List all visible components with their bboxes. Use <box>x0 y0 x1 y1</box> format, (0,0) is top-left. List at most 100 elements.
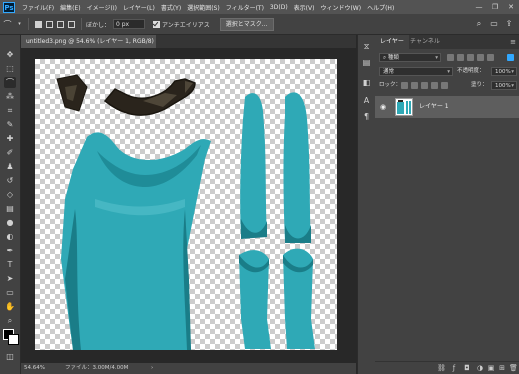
adjustment-layer-icon[interactable]: ◑ <box>476 364 484 372</box>
lock-artboard-icon[interactable] <box>431 82 438 89</box>
search-icon[interactable]: ⌕ <box>473 18 485 29</box>
marquee-tool-icon[interactable]: ⬚ <box>4 63 16 74</box>
type-tool-icon[interactable]: T <box>4 259 16 270</box>
healing-brush-tool-icon[interactable]: ✚ <box>4 133 16 144</box>
lock-fill-row: ロック： 塗り： 100% ▾ <box>375 80 519 91</box>
new-group-icon[interactable]: ▣ <box>487 364 495 372</box>
dropdown-icon[interactable]: ▾ <box>17 19 22 30</box>
quick-mask-icon[interactable]: ◫ <box>4 351 16 362</box>
panel-menu-icon[interactable]: ≡ <box>510 35 516 49</box>
add-selection-icon[interactable] <box>46 20 53 28</box>
gradient-tool-icon[interactable]: ▤ <box>4 203 16 214</box>
character-panel-icon[interactable]: A <box>361 95 372 106</box>
filter-pixel-icon[interactable] <box>447 54 454 61</box>
hand-tool-icon[interactable]: ✋ <box>4 301 16 312</box>
menu-window[interactable]: ウィンドウ(W) <box>317 3 364 12</box>
options-right: ⌕ ▭ ⇪ <box>470 18 515 29</box>
lasso-tool-icon[interactable]: ⌒ <box>2 19 13 30</box>
blend-mode-select[interactable]: 通常 ▾ <box>379 67 453 76</box>
move-tool-icon[interactable]: ✥ <box>4 49 16 60</box>
photoshop-logo: Ps <box>3 1 15 13</box>
restore-icon[interactable]: ❐ <box>487 0 503 14</box>
minimize-icon[interactable]: — <box>471 0 487 14</box>
blur-tool-icon[interactable]: ● <box>4 217 16 228</box>
layer-filter-select[interactable]: ⌕ 種類 ▾ <box>379 53 441 62</box>
menu-select[interactable]: 選択範囲(S) <box>184 3 223 12</box>
filter-shape-icon[interactable] <box>477 54 484 61</box>
uv-texture-artwork <box>56 74 315 350</box>
menu-file[interactable]: ファイル(F) <box>19 3 57 12</box>
magic-wand-tool-icon[interactable]: ⁂ <box>4 91 16 102</box>
layer-thumbnail[interactable] <box>395 98 413 116</box>
fill-field[interactable]: 100% ▾ <box>491 81 517 90</box>
layers-panel: レイヤー チャンネル ≡ ⌕ 種類 ▾ 通常 ▾ 不透明度： 100% ▾ ロック： … <box>375 35 519 374</box>
brush-tool-icon[interactable]: ✐ <box>4 147 16 158</box>
eye-icon[interactable]: ◉ <box>380 103 386 111</box>
document-tab[interactable]: untitled3.png @ 54.6% (レイヤー 1, RGB/8) *× <box>21 35 170 48</box>
filter-type-icon[interactable] <box>467 54 474 61</box>
lock-all-icon[interactable] <box>441 82 448 89</box>
lasso-tool-icon[interactable]: ⌒ <box>4 77 16 88</box>
eyedropper-tool-icon[interactable]: ✎ <box>4 119 16 130</box>
document-canvas[interactable] <box>35 59 337 350</box>
menu-3d[interactable]: 3D(D) <box>267 4 291 11</box>
layer-style-icon[interactable]: ƒ <box>450 364 458 372</box>
menu-image[interactable]: イメージ(I) <box>84 3 120 12</box>
chevron-down-icon: ▾ <box>511 83 514 89</box>
layer-row[interactable]: ◉ レイヤー 1 <box>375 96 519 118</box>
add-mask-icon[interactable]: ◘ <box>463 364 471 372</box>
adjustments-panel-icon[interactable]: ◧ <box>361 77 372 88</box>
feather-input[interactable] <box>113 19 146 29</box>
lock-position-icon[interactable] <box>421 82 428 89</box>
menu-layer[interactable]: レイヤー(L) <box>120 3 158 12</box>
menu-filter[interactable]: フィルター(T) <box>223 3 267 12</box>
paragraph-panel-icon[interactable]: ¶ <box>361 111 372 122</box>
dodge-tool-icon[interactable]: ◐ <box>4 231 16 242</box>
close-window-icon[interactable]: ✕ <box>503 0 519 14</box>
chevron-down-icon: ▾ <box>447 69 450 75</box>
history-brush-tool-icon[interactable]: ↺ <box>4 175 16 186</box>
menu-type[interactable]: 書式(Y) <box>158 3 184 12</box>
new-layer-icon[interactable]: ⊞ <box>498 364 506 372</box>
lock-pixels-icon[interactable] <box>411 82 418 89</box>
menu-edit[interactable]: 編集(E) <box>57 3 83 12</box>
background-color-swatch[interactable] <box>8 334 19 345</box>
menu-view[interactable]: 表示(V) <box>291 3 318 12</box>
properties-panel-icon[interactable]: ▤ <box>361 57 372 68</box>
zoom-tool-icon[interactable]: ⌕ <box>4 315 16 326</box>
filter-smartobject-icon[interactable] <box>487 54 494 61</box>
antialias-checkbox[interactable] <box>153 20 161 28</box>
window-controls: — ❐ ✕ <box>471 0 519 14</box>
status-bar: 54.64% ファイル：3.00M/4.00M › <box>21 363 356 374</box>
zoom-level[interactable]: 54.64% <box>24 363 45 374</box>
rectangle-tool-icon[interactable]: ▭ <box>4 287 16 298</box>
history-panel-icon[interactable]: ⧖ <box>361 41 372 52</box>
subtract-selection-icon[interactable] <box>57 20 64 28</box>
filter-toggle-icon[interactable] <box>507 54 514 61</box>
tab-strip <box>156 35 356 48</box>
lock-transparent-icon[interactable] <box>401 82 408 89</box>
menu-help[interactable]: ヘルプ(H) <box>364 3 397 12</box>
share-icon[interactable]: ⇪ <box>503 18 515 29</box>
filter-adjustment-icon[interactable] <box>457 54 464 61</box>
tab-channels[interactable]: チャンネル <box>405 35 445 49</box>
status-menu-icon[interactable]: › <box>151 363 153 374</box>
select-and-mask-button[interactable]: 選択とマスク... <box>219 17 274 31</box>
workspace-icon[interactable]: ▭ <box>488 18 500 29</box>
path-selection-tool-icon[interactable]: ➤ <box>4 273 16 284</box>
delete-layer-icon[interactable]: 🗑 <box>509 364 518 372</box>
clone-stamp-tool-icon[interactable]: ♟ <box>4 161 16 172</box>
intersect-selection-icon[interactable] <box>68 20 75 28</box>
tab-layers[interactable]: レイヤー <box>375 35 409 49</box>
eraser-tool-icon[interactable]: ◇ <box>4 189 16 200</box>
link-layers-icon[interactable]: ⛓ <box>437 364 446 372</box>
layer-name[interactable]: レイヤー 1 <box>419 96 449 118</box>
divider <box>81 18 82 30</box>
pen-tool-icon[interactable]: ✒ <box>4 245 16 256</box>
layer-filter-row: ⌕ 種類 ▾ <box>375 52 519 63</box>
opacity-field[interactable]: 100% ▾ <box>491 67 517 76</box>
fill-value: 100% <box>495 83 511 89</box>
filter-kind-value: 種類 <box>387 55 399 61</box>
new-selection-icon[interactable] <box>35 20 42 28</box>
crop-tool-icon[interactable]: ⌗ <box>4 105 16 116</box>
